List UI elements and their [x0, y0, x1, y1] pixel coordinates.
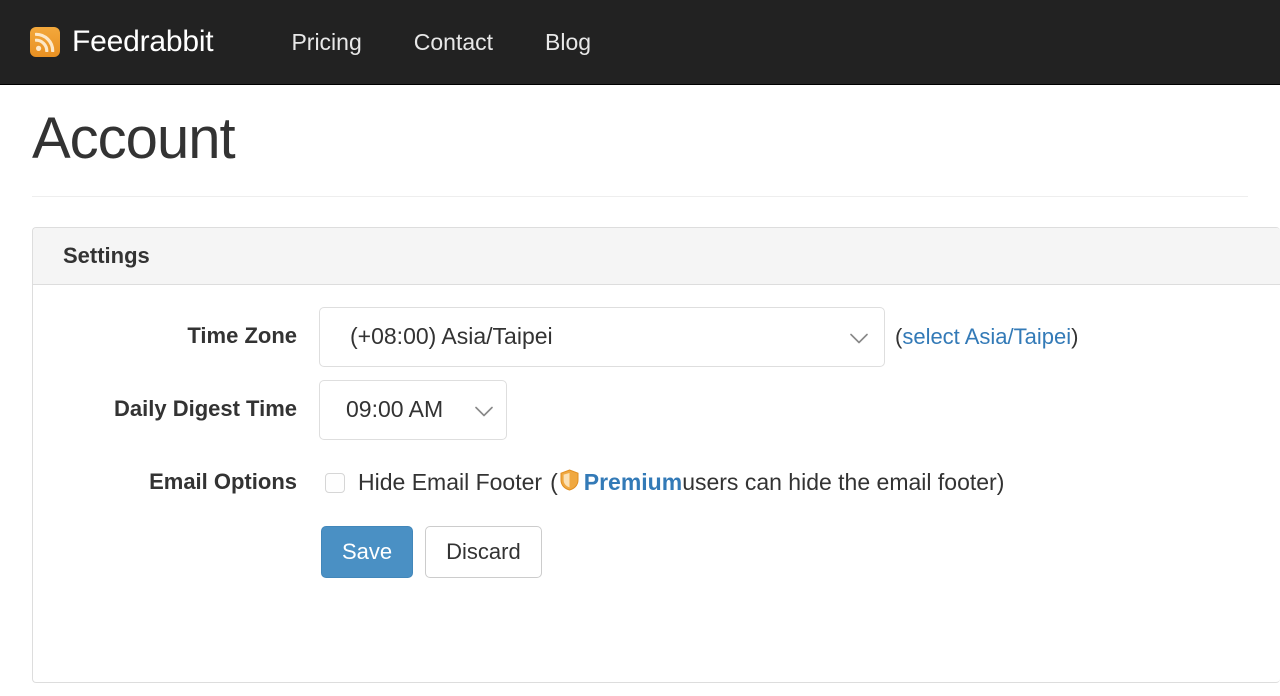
form-row-email-options: Email Options Hide Email Footer ( Premiu… [33, 453, 1280, 513]
note-close-paren: ) [1071, 323, 1079, 349]
page-title: Account [32, 106, 236, 171]
form-row-timezone: Time Zone (+08:00) Asia/Taipei (select A… [33, 306, 1280, 367]
nav-link-pricing[interactable]: Pricing [265, 30, 387, 54]
rss-icon [30, 27, 60, 57]
premium-label: Premium [583, 469, 683, 496]
chevron-down-icon [850, 325, 868, 348]
brand-logo-link[interactable]: Feedrabbit [30, 25, 214, 58]
title-divider [32, 195, 1248, 197]
timezone-select-note: (select Asia/Taipei) [895, 323, 1079, 349]
save-button[interactable]: Save [321, 525, 414, 578]
hide-email-footer-checkbox[interactable] [325, 472, 345, 493]
premium-note-open-paren: ( [550, 469, 558, 496]
page-container: Account Settings Time Zone (+08:00) Asia… [0, 107, 1280, 683]
hide-email-footer-label: Hide Email Footer [358, 469, 543, 496]
hide-email-footer-line: Hide Email Footer ( Premium users can hi… [319, 453, 1004, 513]
discard-button[interactable]: Discard [425, 525, 542, 578]
nav-link-contact[interactable]: Contact [388, 30, 519, 54]
navbar-links: Pricing Contact Blog [265, 30, 617, 54]
email-options-label: Email Options [149, 468, 297, 494]
select-timezone-link[interactable]: select Asia/Taipei [902, 324, 1071, 349]
nav-link-blog[interactable]: Blog [519, 30, 617, 54]
shield-icon [560, 469, 579, 497]
email-options-control-area: Hide Email Footer ( Premium users can hi… [319, 453, 1280, 513]
premium-note-text: users can hide the email footer [682, 469, 997, 496]
timezone-label: Time Zone [187, 322, 297, 348]
brand-name: Feedrabbit [72, 25, 214, 58]
settings-panel-body: Time Zone (+08:00) Asia/Taipei (select A… [33, 285, 1280, 578]
settings-panel: Settings Time Zone (+08:00) Asia/Taipei [32, 226, 1280, 683]
digest-time-label: Daily Digest Time [114, 395, 297, 421]
premium-note-close-paren: ) [996, 469, 1005, 496]
timezone-select[interactable]: (+08:00) Asia/Taipei [319, 306, 885, 367]
digest-time-select-value: 09:00 AM [346, 396, 444, 423]
timezone-select-value: (+08:00) Asia/Taipei [350, 323, 553, 350]
top-navbar: Feedrabbit Pricing Contact Blog [0, 0, 1280, 85]
form-action-buttons: Save Discard [319, 525, 1280, 578]
digest-time-select[interactable]: 09:00 AM [319, 379, 507, 440]
timezone-control-area: (+08:00) Asia/Taipei (select Asia/Taipei… [319, 306, 1280, 367]
form-row-digest-time: Daily Digest Time 09:00 AM [33, 379, 1280, 440]
chevron-down-icon [475, 398, 493, 421]
settings-panel-header: Settings [33, 227, 1280, 285]
settings-panel-title: Settings [63, 242, 150, 268]
digest-time-control-area: 09:00 AM [319, 379, 1280, 440]
